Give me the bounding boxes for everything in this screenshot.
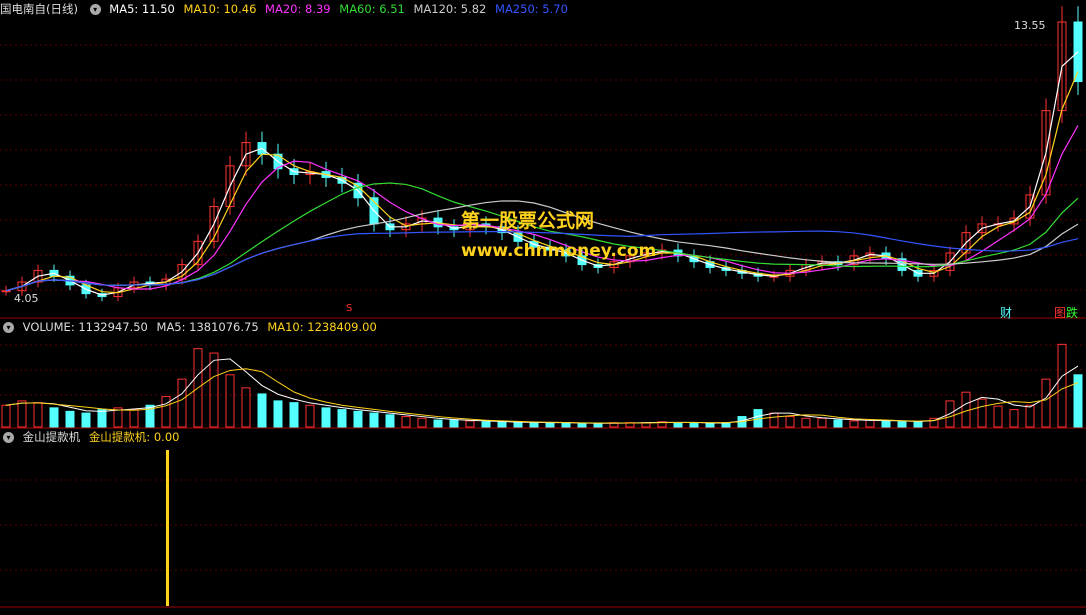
volume-bar	[241, 387, 251, 428]
volume-bar	[769, 412, 779, 428]
volume-ma10: MA10: 1238409.00	[267, 320, 377, 334]
volume-bar	[369, 412, 379, 428]
volume-bar	[49, 407, 59, 428]
ma120-label: MA120: 5.82	[413, 2, 487, 16]
volume-bar	[529, 422, 539, 428]
collapse-toggle-icon[interactable]: ▾	[89, 4, 101, 15]
volume-bar	[817, 417, 827, 428]
volume-bar	[913, 421, 923, 428]
volume-bar	[785, 416, 795, 428]
stock-name: 国电南自(日线)	[0, 2, 78, 16]
ma60-label: MA60: 6.51	[339, 2, 405, 16]
volume-bar	[801, 417, 811, 428]
volume-bar	[673, 422, 683, 428]
volume-bar	[977, 398, 987, 428]
ma5-label: MA5: 11.50	[109, 2, 175, 16]
volume-bar	[497, 421, 507, 428]
price-high-label: 13.55	[1014, 19, 1046, 32]
drop-badge[interactable]: 跌	[1064, 304, 1080, 321]
volume-bar	[577, 423, 587, 428]
volume-ma5: MA5: 1381076.75	[156, 320, 259, 334]
volume-bar	[401, 416, 411, 428]
volume-bar	[689, 422, 699, 428]
volume-bar	[993, 405, 1003, 428]
sell-marker: S	[346, 303, 353, 314]
volume-bar	[305, 404, 315, 428]
volume-bar	[129, 409, 139, 428]
volume-bar	[1, 404, 11, 428]
volume-bar	[161, 396, 171, 428]
volume-bar	[561, 422, 571, 428]
volume-bar	[1009, 409, 1019, 428]
volume-bar	[865, 419, 875, 428]
watermark-url: www.chnmoney.com	[461, 241, 657, 261]
volume-bar	[385, 414, 395, 428]
volume-bar	[257, 393, 267, 428]
volume-bar	[17, 400, 27, 428]
volume-bar	[833, 419, 843, 428]
volume-bar	[97, 409, 107, 428]
volume-bar	[705, 423, 715, 428]
indicator-name: 金山提款机	[22, 430, 81, 444]
volume-bar	[961, 391, 971, 428]
indicator-spike	[166, 450, 169, 606]
volume-bar	[849, 420, 859, 428]
volume-bar	[417, 417, 427, 428]
chart-canvas[interactable]	[0, 0, 1086, 615]
volume-bar	[1057, 343, 1067, 428]
ma250-label: MA250: 5.70	[495, 2, 568, 16]
volume-bar	[81, 412, 91, 428]
volume-bar	[593, 423, 603, 428]
indicator-collapse-icon[interactable]: ▾	[3, 432, 14, 443]
volume-title: VOLUME: 1132947.50	[22, 320, 148, 334]
volume-bar	[881, 420, 891, 428]
volume-bar	[465, 420, 475, 428]
volume-bar	[337, 409, 347, 428]
volume-bar	[481, 421, 491, 428]
volume-bar	[289, 402, 299, 428]
indicator-value: 金山提款机: 0.00	[88, 430, 180, 444]
ma10-label: MA10: 10.46	[183, 2, 257, 16]
volume-bar	[1041, 378, 1051, 428]
volume-bar	[897, 421, 907, 428]
volume-bar	[545, 422, 555, 428]
price-panel-header: 国电南自(日线) ▾ MA5: 11.50 MA10: 10.46 MA20: …	[0, 0, 573, 18]
volume-bar	[33, 402, 43, 428]
volume-bar	[225, 374, 235, 428]
volume-bar	[177, 378, 187, 428]
volume-bar	[273, 400, 283, 428]
price-low-label: 4.05	[14, 292, 39, 305]
volume-bar	[433, 419, 443, 428]
volume-panel-header: ▾ VOLUME: 1132947.50 MA5: 1381076.75 MA1…	[0, 318, 382, 336]
candle-body	[1, 290, 11, 293]
volume-bar	[353, 410, 363, 428]
volume-bar	[65, 410, 75, 428]
volume-collapse-icon[interactable]: ▾	[3, 322, 14, 333]
ma20-label: MA20: 8.39	[265, 2, 331, 16]
finance-badge[interactable]: 财	[998, 304, 1014, 321]
volume-bar	[449, 419, 459, 428]
watermark-title: 第一股票公式网	[461, 210, 595, 232]
volume-bar	[513, 422, 523, 428]
volume-bar	[209, 352, 219, 428]
volume-ma5-line	[5, 358, 1079, 424]
volume-ma10-line	[5, 368, 1079, 424]
volume-bar	[1025, 404, 1035, 428]
indicator-panel-header: ▾ 金山提款机 金山提款机: 0.00	[0, 428, 184, 446]
volume-bar	[321, 407, 331, 428]
